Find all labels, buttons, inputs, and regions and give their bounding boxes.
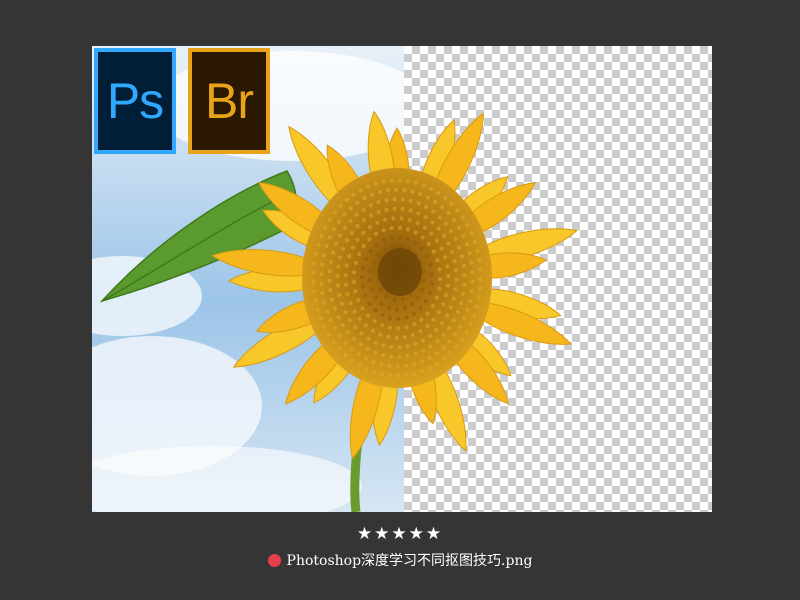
sunflower-image <box>92 46 712 512</box>
star-rating[interactable]: ★★★★★ <box>0 524 800 544</box>
bridge-logo-icon: Br <box>188 48 270 154</box>
photoshop-logo-icon: Ps <box>94 48 176 154</box>
bridge-logo-text: Br <box>205 73 254 129</box>
photoshop-logo-text: Ps <box>106 73 164 129</box>
filename-label[interactable]: Photoshop深度学习不同抠图技巧.png <box>287 550 533 570</box>
thumbnail-preview[interactable]: Ps Br <box>92 46 712 512</box>
filename-row[interactable]: Photoshop深度学习不同抠图技巧.png <box>0 550 800 570</box>
color-label-icon <box>267 553 281 567</box>
